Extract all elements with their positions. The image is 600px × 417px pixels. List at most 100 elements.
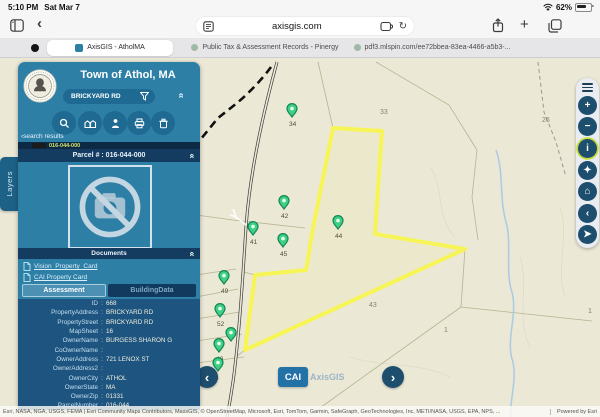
assessment-field-row: MapSheet:16 [18,327,200,336]
url-text[interactable]: axisgis.com [214,21,380,32]
tab-mlspin-pdf[interactable]: pdf3.mlspin.com/ee72bbea-83ea-4466-a5b3-… [352,38,512,57]
default-extent-button[interactable]: ✦ [578,161,597,180]
share-icon[interactable] [492,18,504,33]
cai-watermark-text: AxisGIS [310,372,345,382]
reload-icon[interactable]: ↻ [399,21,407,32]
assessment-table: ID:668PropertyAddress:BRICKYARD RDProper… [18,299,200,410]
cai-property-card-link[interactable]: CAI Property Card [23,273,87,282]
marker-label: 52 [217,321,225,328]
assessment-field-row: OwnerZip:01331 [18,392,200,401]
assessment-field-row: ID:668 [18,299,200,308]
back-button[interactable]: ‹ [37,15,42,32]
tab-axisgis[interactable]: AxisGIS - AtholMA [47,40,173,56]
layers-tab-label: Layers [5,171,14,197]
extension-badge-icon[interactable] [31,44,39,52]
tab-title: AxisGIS - AtholMA [87,44,145,51]
attribution-text: Esri, NASA, NGA, USGS, FEMA | Esri Commu… [3,409,500,415]
reader-view-icon[interactable] [203,21,214,32]
layers-tab[interactable]: Layers [0,157,18,211]
parcel-info-panel: Town of Athol, MA « [18,62,200,410]
search-result-row[interactable]: 016-044-000 [18,142,200,149]
marker-label: 45 [280,251,288,258]
home-button[interactable]: ⌂ [578,182,597,201]
abutters-tool-button[interactable] [78,111,102,135]
ios-status-bar: 5:10 PM Sat Mar 7 62% [0,0,600,14]
doc-link-label: CAI Property Card [34,274,87,281]
menu-icon[interactable] [582,83,593,92]
parcel-number-label: 26 [542,117,550,124]
marker-label: 44 [335,233,343,240]
safari-tab-bar: AxisGIS - AtholMA Public Tax & Assessmen… [0,38,600,58]
parcel-number-label: 1 [588,308,592,315]
documents-header-label: Documents [91,250,126,257]
collapse-parcel-icon[interactable]: « [187,153,197,158]
map-next-button[interactable]: › [382,366,404,388]
document-icon [23,262,31,271]
powered-by-label: Powered by Esri [550,409,597,415]
sidebar-toggle-icon[interactable] [10,19,24,32]
search-results-label[interactable]: ‹search results [21,133,64,140]
assessment-field-row: CoOwnerName: [18,345,200,354]
mlspin-favicon [354,44,361,51]
search-icon [59,118,70,129]
tab-assessment[interactable]: Assessment [22,284,106,297]
filter-funnel-icon[interactable] [140,92,149,101]
assessment-field-row: OwnerCity:ATHOL [18,373,200,382]
collapse-search-icon[interactable]: « [175,93,186,99]
collapse-documents-icon[interactable]: « [187,251,197,256]
address-bar[interactable]: axisgis.com ↻ [196,17,414,35]
extensions-icon[interactable] [380,21,393,32]
clock: 5:10 PM [8,3,38,12]
identify-button[interactable]: i [578,139,597,158]
tab-title: pdf3.mlspin.com/ee72bbea-83ea-4466-a5b3-… [365,44,511,51]
tab-overview-icon[interactable] [548,19,562,33]
clear-tool-button[interactable] [151,111,175,135]
pinergy-favicon [191,44,198,51]
town-seal-logo [23,69,57,103]
marker-label: 41 [250,239,258,246]
panel-title: Town of Athol, MA [60,69,196,81]
print-tool-button[interactable] [127,111,151,135]
tab-buildingdata[interactable]: BuildingData [108,284,196,297]
no-photo-placeholder [68,165,152,249]
parcel-header-bar: Parcel # : 016-044-000 « [18,149,200,162]
doc-link-label: Vision_Property_Card [34,263,97,270]
parcel-number-label: 33 [380,109,388,116]
assessment-field-row: OwnerState:MA [18,383,200,392]
parcel-header-label: Parcel # : 016-044-000 [73,152,146,159]
assessment-field-row: OwnerAddress2: [18,364,200,373]
zoom-in-button[interactable]: + [578,96,597,115]
zoom-out-button[interactable]: − [578,117,597,136]
share-location-button[interactable]: ➤ [578,225,597,244]
date: Sat Mar 7 [44,3,80,12]
printer-icon [134,118,145,129]
wifi-icon [543,3,553,11]
ipad-safari-screen: 33264311 34424145444952403 ‹ › CAI AxisG… [0,0,600,417]
map-tools-toolbar: + − i ✦ ⌂ ‹ ➤ [576,78,599,248]
result-snippet: 016-044-000 [49,143,80,149]
battery-icon [575,3,592,12]
document-icon [23,273,31,282]
safari-toolbar: ‹ axisgis.com ↻ + [0,14,600,38]
battery-percent: 62% [556,3,572,12]
assessment-field-row: PropertyStreet:BRICKYARD RD [18,318,200,327]
back-button[interactable]: ‹ [578,204,597,223]
cai-logo: CAI [278,367,308,387]
trash-icon [158,118,169,129]
buildings-icon [84,118,97,129]
person-pin-icon [110,118,121,129]
map-tool-buttons: + − i ✦ ⌂ ‹ ➤ [578,96,597,245]
tab-pinergy[interactable]: Public Tax & Assessment Records - Pinerg… [180,38,350,57]
axisgis-favicon [75,44,83,52]
marker-label: 34 [289,121,297,128]
no-camera-icon [72,169,148,245]
streetview-tool-button[interactable] [103,111,127,135]
map-attribution-bar: Esri, NASA, NGA, USGS, FEMA | Esri Commu… [0,406,600,417]
search-tool-button[interactable] [52,111,76,135]
tab-title: Public Tax & Assessment Records - Pinerg… [202,44,338,51]
assessment-field-row: OwnerName:BURGESS SHARON G [18,336,200,345]
new-tab-icon[interactable]: + [520,16,529,33]
parcel-number-label: 1 [444,327,448,334]
vision-property-card-link[interactable]: Vision_Property_Card [23,262,97,271]
parcel-number-label: 43 [369,302,377,309]
